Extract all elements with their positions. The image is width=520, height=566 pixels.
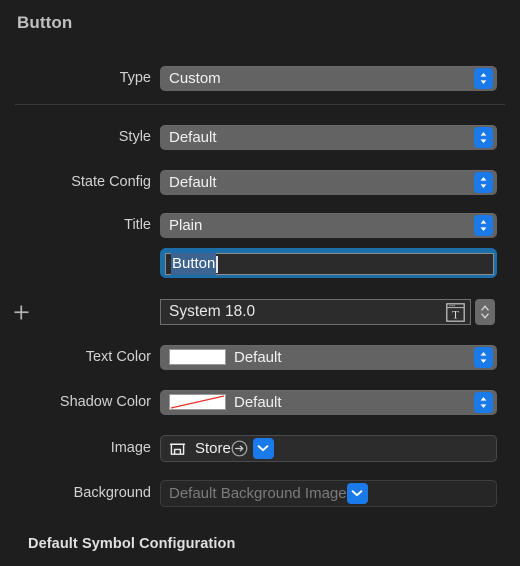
style-popup-button[interactable]: Default xyxy=(160,124,497,150)
label-background: Background xyxy=(73,484,151,501)
chevron-down-icon[interactable] xyxy=(252,437,274,459)
updown-chevron-icon[interactable] xyxy=(474,346,493,368)
label-text-color: Text Color xyxy=(85,348,151,365)
type-popup-button[interactable]: Custom xyxy=(160,65,497,91)
label-type: Type xyxy=(119,69,151,86)
row-title: Title Plain xyxy=(0,211,520,239)
section-title: Button xyxy=(17,13,73,32)
row-shadow-color: Shadow Color Default xyxy=(0,388,520,416)
label-style: Style xyxy=(118,128,151,145)
label-image: Image xyxy=(110,439,151,456)
row-type: Type Custom xyxy=(0,64,520,92)
label-state-config: State Config xyxy=(71,173,151,190)
state-config-value: Default xyxy=(169,174,217,190)
chevron-down-icon[interactable] xyxy=(346,482,368,504)
title-popup-button[interactable]: Plain xyxy=(160,212,497,238)
updown-chevron-icon[interactable] xyxy=(474,391,493,413)
row-background: Background Default Background Image xyxy=(0,479,520,507)
title-value: Plain xyxy=(169,217,203,233)
font-field[interactable]: System 18.0 T xyxy=(160,299,471,325)
background-placeholder: Default Background Image xyxy=(169,484,347,502)
style-value: Default xyxy=(169,129,217,145)
image-value: Store xyxy=(195,439,231,457)
attributes-inspector-panel: Button Type Custom Style Default State C… xyxy=(0,0,520,566)
title-text-selection: Button xyxy=(171,253,217,275)
default-symbol-configuration-title: Default Symbol Configuration xyxy=(28,536,236,552)
updown-chevron-icon[interactable] xyxy=(474,214,493,236)
text-caret xyxy=(216,255,218,273)
section-divider xyxy=(15,104,505,105)
text-color-popup-button[interactable]: Default xyxy=(160,344,497,370)
label-title: Title xyxy=(124,216,151,233)
row-title-text: Button xyxy=(0,248,520,278)
row-state-config: State Config Default xyxy=(0,168,520,196)
state-config-popup-button[interactable]: Default xyxy=(160,169,497,195)
svg-text:T: T xyxy=(452,309,459,321)
stepper-icon[interactable] xyxy=(475,299,495,325)
arrow-right-circle-icon[interactable] xyxy=(231,440,248,457)
image-combo-field[interactable]: Store xyxy=(160,434,497,462)
title-text-input[interactable]: Button xyxy=(165,253,494,275)
text-color-swatch[interactable] xyxy=(169,349,226,365)
updown-chevron-icon[interactable] xyxy=(474,171,493,193)
row-style: Style Default xyxy=(0,123,520,151)
title-text-field-focus-ring: Button xyxy=(160,248,497,278)
label-shadow-color: Shadow Color xyxy=(59,393,151,410)
font-value: System 18.0 xyxy=(169,303,256,321)
updown-chevron-icon[interactable] xyxy=(474,67,493,89)
text-color-value: Default xyxy=(234,349,282,365)
shadow-color-value: Default xyxy=(234,394,282,410)
background-combo-field[interactable]: Default Background Image xyxy=(160,479,497,507)
plus-icon[interactable] xyxy=(10,301,32,323)
shadow-color-swatch[interactable] xyxy=(169,394,226,410)
row-image: Image Store xyxy=(0,434,520,462)
type-value: Custom xyxy=(169,70,221,86)
updown-chevron-icon[interactable] xyxy=(474,126,493,148)
row-font: System 18.0 T xyxy=(0,298,520,326)
shadow-color-popup-button[interactable]: Default xyxy=(160,389,497,415)
font-panel-icon[interactable]: T xyxy=(446,303,465,322)
row-text-color: Text Color Default xyxy=(0,343,520,371)
store-icon xyxy=(169,440,186,457)
